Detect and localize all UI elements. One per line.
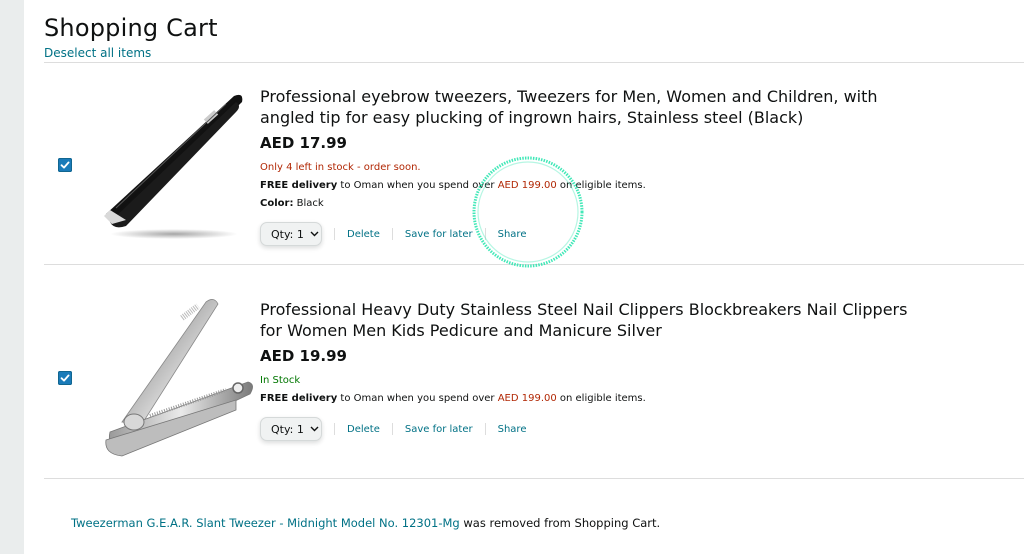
item-actions: Qty: 1 Delete Save for later Share [260,221,526,247]
save-for-later-link[interactable]: Save for later [405,424,473,435]
delivery-text: to Oman when you spend over [337,180,498,191]
deselect-all-link[interactable]: Deselect all items [44,46,151,60]
delivery-text-end: on eligible items. [556,180,646,191]
quantity-label: Qty: 1 [271,422,304,436]
separator [484,423,486,435]
delete-link[interactable]: Delete [347,424,380,435]
delete-link[interactable]: Delete [347,229,380,240]
checkmark-icon [60,161,70,169]
delivery-info: FREE delivery to Oman when you spend ove… [260,180,646,192]
stock-status: Only 4 left in stock - order soon. [260,162,421,173]
free-delivery-label: FREE delivery [260,180,338,191]
separator [334,423,335,435]
removed-notice-text: was removed from Shopping Cart. [459,516,661,530]
delivery-text-end: on eligible items. [556,393,646,404]
item-checkbox[interactable] [58,158,72,172]
delivery-info: FREE delivery to Oman when you spend ove… [260,393,646,405]
separator [334,228,335,240]
delivery-threshold: AED 199.00 [497,180,557,191]
product-title[interactable]: Professional eyebrow tweezers, Tweezers … [260,86,910,128]
save-for-later-link[interactable]: Save for later [405,229,473,240]
divider [44,264,1024,265]
divider [44,478,1024,479]
share-link[interactable]: Share [498,229,527,240]
quantity-label: Qty: 1 [271,227,304,241]
share-link[interactable]: Share [498,424,527,435]
free-delivery-label: FREE delivery [260,393,338,404]
page-title: Shopping Cart [44,14,218,42]
nail-clipper-image[interactable] [86,292,262,468]
divider [44,62,1024,63]
color-value: Black [293,198,324,209]
removed-product-link[interactable]: Tweezerman G.E.A.R. Slant Tweezer - Midn… [71,516,460,530]
separator [484,228,486,240]
product-price: AED 19.99 [260,347,347,365]
product-price: AED 17.99 [260,134,347,152]
product-title[interactable]: Professional Heavy Duty Stainless Steel … [260,299,910,341]
chevron-down-icon [310,426,319,432]
stock-status: In Stock [260,375,301,386]
separator [391,423,393,435]
removed-notice: Tweezerman G.E.A.R. Slant Tweezer - Midn… [71,516,660,530]
checkmark-icon [60,374,70,382]
chevron-down-icon [310,231,319,237]
delivery-text: to Oman when you spend over [337,393,498,404]
color-info: Color: Black [260,198,324,210]
item-actions: Qty: 1 Delete Save for later Share [260,416,526,442]
quantity-dropdown[interactable]: Qty: 1 [260,417,322,441]
cart-page: Shopping Cart Deselect all items Profess… [24,0,1024,554]
separator [391,228,393,240]
color-label: Color: [260,198,294,209]
item-checkbox[interactable] [58,371,72,385]
delivery-threshold: AED 199.00 [497,393,557,404]
quantity-dropdown[interactable]: Qty: 1 [260,222,322,246]
tweezers-image[interactable] [86,80,262,256]
